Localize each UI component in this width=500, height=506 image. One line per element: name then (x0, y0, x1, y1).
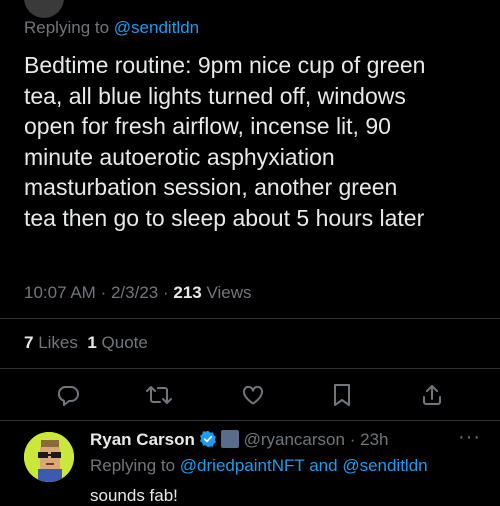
tweet-text-line: tea then go to sleep about 5 hours later (24, 204, 425, 231)
replying-to-line: Replying to @senditldn (24, 18, 199, 38)
tweet-time[interactable]: 10:07 AM (24, 283, 96, 302)
reply-button[interactable] (51, 378, 85, 412)
bookmark-button[interactable] (325, 378, 359, 412)
replying-to-link[interactable]: @senditldn (114, 18, 199, 37)
views-label: Views (206, 283, 252, 302)
tweet-meta: 10:07 AM · 2/3/23 · 213 Views (24, 283, 252, 303)
reply-replying-to-line: Replying to @driedpaintNFT and @senditld… (90, 456, 428, 476)
reply-author-name[interactable]: Ryan Carson (90, 430, 195, 449)
tweet-text-line: masturbation session, another green (24, 174, 398, 200)
reply-icon (57, 386, 79, 406)
likes-count: 7 (24, 333, 34, 352)
reply-text: sounds fab! (90, 486, 178, 505)
tweet-text-line: minute autoerotic asphyxiation (24, 143, 335, 170)
pixel-avatar-icon (24, 432, 74, 482)
verified-badge-icon (199, 430, 216, 448)
tweet-stats: 7 Likes 1 Quote (24, 333, 148, 353)
tweet-date[interactable]: 2/3/23 (111, 283, 158, 302)
meta-separator: · (100, 283, 107, 302)
tweet-text-line: tea, all blue lights turned off, windows (24, 82, 406, 109)
previous-avatar[interactable] (24, 0, 64, 18)
likes-label: Likes (38, 333, 78, 352)
reply-separator: · (349, 430, 356, 449)
share-button[interactable] (415, 378, 449, 412)
reply-tweet[interactable]: Ryan Carson @ryancarson · 23h ··· Replyi… (0, 420, 500, 505)
divider (0, 368, 500, 369)
reply-header: Ryan Carson @ryancarson · 23h (90, 430, 388, 450)
tweet-text: Bedtime routine: 9pm nice cup of green t… (24, 50, 484, 233)
like-button[interactable] (236, 378, 270, 412)
share-icon (423, 385, 441, 405)
quotes-stat[interactable]: 1 Quote (87, 333, 148, 352)
more-options-button[interactable]: ··· (458, 426, 481, 449)
replying-prefix: Replying to (24, 18, 110, 37)
affiliate-badge-icon[interactable] (220, 430, 239, 448)
meta-separator: · (162, 283, 169, 302)
views-count: 213 (173, 283, 202, 302)
avatar[interactable] (24, 432, 74, 482)
retweet-button[interactable] (142, 378, 176, 412)
bookmark-icon (334, 384, 350, 406)
tweet-text-line: Bedtime routine: 9pm nice cup of green (24, 52, 426, 78)
tweet-text-line: open for fresh airflow, incense lit, 90 (24, 113, 391, 139)
replying-to-link[interactable]: @senditldn (342, 456, 427, 475)
likes-stat[interactable]: 7 Likes (24, 333, 78, 352)
heart-icon (242, 385, 264, 405)
quotes-count: 1 (87, 333, 97, 352)
quotes-label: Quote (101, 333, 148, 352)
replying-prefix: Replying to (90, 456, 176, 475)
reply-time[interactable]: 23h (360, 430, 388, 449)
replying-and: and (309, 456, 338, 475)
retweet-icon (146, 386, 172, 404)
replying-to-link[interactable]: @driedpaintNFT (180, 456, 305, 475)
tweet-actions (0, 378, 500, 412)
divider (0, 318, 500, 319)
reply-author-handle[interactable]: @ryancarson (244, 430, 345, 449)
